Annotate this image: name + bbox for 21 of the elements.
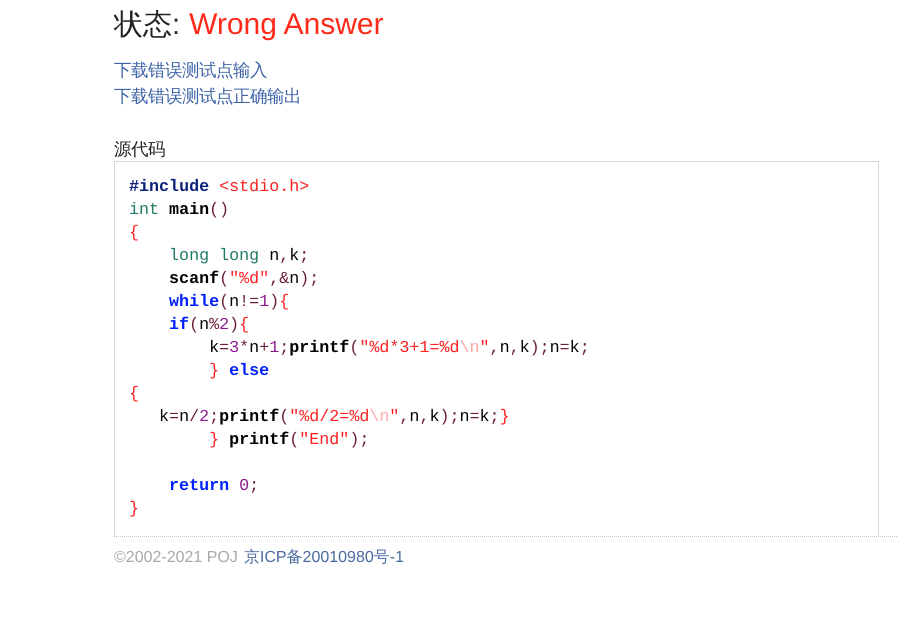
code-line: { [129,223,140,245]
code-line: k=3*n+1;printf("%d*3+1=%d\n",n,k);n=k; [209,338,590,360]
code-line: long long n,k; [169,246,310,268]
code-line: scanf("%d",&n); [169,269,320,291]
section-title: 源代码 [114,138,165,161]
code-line: #include <stdio.h> [129,177,310,199]
status-label: 状态: [114,8,180,43]
code-line: return 0; [169,476,260,498]
code-line: } else [209,361,270,383]
code-line: } printf("End"); [209,430,370,452]
code-line: int main() [129,200,230,222]
code-line: while(n!=1){ [169,292,290,314]
icp-link[interactable]: 京ICP备20010980号-1 [244,548,404,568]
download-link[interactable]: 下载错误测试点输入 [114,57,267,83]
code-line: k=n/2;printf("%d/2=%d\n",n,k);n=k;} [159,407,510,429]
code-line: if(n%2){ [169,315,250,337]
copyright-text: ©2002-2021 POJ [114,548,238,568]
code-line: } [129,499,140,521]
code-line: { [129,384,140,406]
status-value: Wrong Answer [189,7,384,43]
download-link[interactable]: 下载错误测试点正确输出 [114,83,301,109]
